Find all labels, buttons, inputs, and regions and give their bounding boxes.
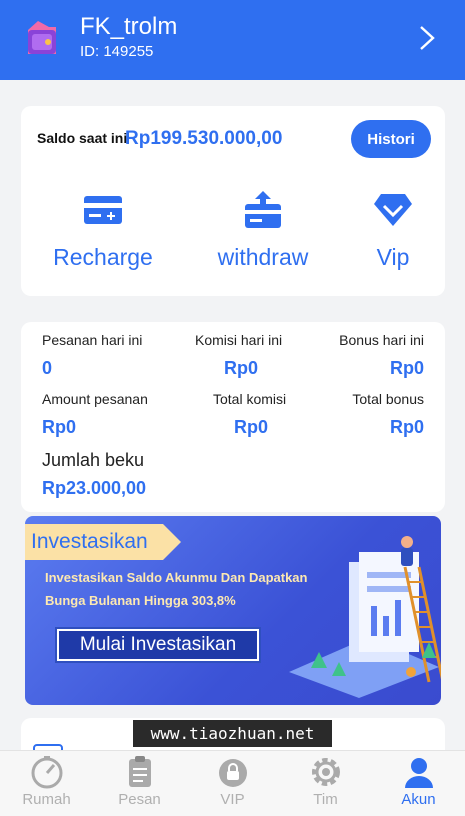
tab-rumah[interactable]: Rumah bbox=[0, 751, 93, 816]
bonus-today-label: Bonus hari ini bbox=[339, 332, 424, 348]
tab-pesan[interactable]: Pesan bbox=[93, 751, 186, 816]
banner-line-1: Investasikan Saldo Akunmu Dan Dapatkan bbox=[45, 570, 308, 585]
clipboard-icon bbox=[128, 756, 151, 787]
tab-label-pesan: Pesan bbox=[118, 791, 161, 808]
stats-card: Pesanan hari ini 0 Komisi hari ini Rp0 B… bbox=[21, 322, 445, 512]
tab-tim[interactable]: Tim bbox=[279, 751, 372, 816]
total-commission-value: Rp0 bbox=[234, 417, 269, 437]
tab-label-akun: Akun bbox=[401, 791, 436, 808]
total-bonus-label: Total bonus bbox=[352, 391, 424, 407]
gear-icon bbox=[311, 758, 340, 786]
frozen-value: Rp23.000,00 bbox=[42, 478, 147, 498]
diamond-icon bbox=[374, 194, 412, 226]
user-icon bbox=[404, 758, 433, 788]
order-amount-label: Amount pesanan bbox=[42, 391, 148, 407]
recharge-button[interactable]: Recharge bbox=[38, 190, 168, 271]
recharge-label: Recharge bbox=[53, 244, 153, 270]
commission-today-label: Komisi hari ini bbox=[195, 332, 283, 348]
vip-lock-icon bbox=[218, 759, 247, 787]
tab-label-rumah: Rumah bbox=[22, 791, 71, 808]
balance-amount: Rp199.530.000,00 bbox=[125, 128, 283, 149]
tab-label-vip: VIP bbox=[220, 791, 245, 808]
orders-today-value: 0 bbox=[42, 358, 53, 378]
tab-label-tim: Tim bbox=[313, 791, 338, 808]
total-bonus-value: Rp0 bbox=[389, 417, 424, 437]
bonus-today-value: Rp0 bbox=[389, 358, 424, 378]
chevron-right-icon[interactable] bbox=[414, 24, 440, 52]
total-commission-label: Total komisi bbox=[213, 391, 287, 407]
start-investing-label: Mulai Investasikan bbox=[59, 631, 257, 659]
bottom-tab-bar: Rumah Pesan VIP Tim Akun bbox=[0, 750, 465, 816]
invest-banner[interactable]: Investasikan Investasikan Saldo Akunmu D… bbox=[25, 516, 441, 705]
banner-tag: Investasikan bbox=[25, 524, 181, 560]
balance-label: Saldo saat ini bbox=[37, 130, 128, 146]
withdraw-label: withdraw bbox=[217, 244, 309, 270]
frozen-label: Jumlah beku bbox=[42, 450, 145, 470]
banner-line-2: Bunga Bulanan Hingga 303,8% bbox=[45, 593, 236, 608]
history-button[interactable]: Histori bbox=[351, 120, 431, 158]
vip-button[interactable]: Vip bbox=[328, 190, 458, 271]
wallet-bag-icon bbox=[28, 21, 56, 54]
balance-card: Saldo saat ini Rp199.530.000,00 Histori … bbox=[21, 106, 445, 296]
vip-label: Vip bbox=[376, 244, 410, 270]
tab-akun[interactable]: Akun bbox=[372, 751, 465, 816]
tab-vip[interactable]: VIP bbox=[186, 751, 279, 816]
withdraw-upload-icon bbox=[245, 191, 281, 228]
watermark: www.tiaozhuan.net bbox=[133, 720, 332, 747]
withdraw-button[interactable]: withdraw bbox=[198, 190, 328, 271]
investment-illustration bbox=[289, 536, 441, 698]
username: FK_trolm bbox=[80, 13, 178, 40]
commission-today-value: Rp0 bbox=[224, 358, 259, 378]
user-id: ID: 149255 bbox=[80, 43, 154, 60]
credit-card-icon bbox=[84, 196, 122, 224]
orders-today-label: Pesanan hari ini bbox=[42, 332, 143, 348]
profile-header[interactable]: FK_trolm ID: 149255 bbox=[0, 0, 465, 80]
order-amount-value: Rp0 bbox=[42, 417, 77, 437]
speedometer-icon bbox=[31, 756, 62, 789]
start-investing-button[interactable]: Mulai Investasikan bbox=[55, 627, 261, 663]
